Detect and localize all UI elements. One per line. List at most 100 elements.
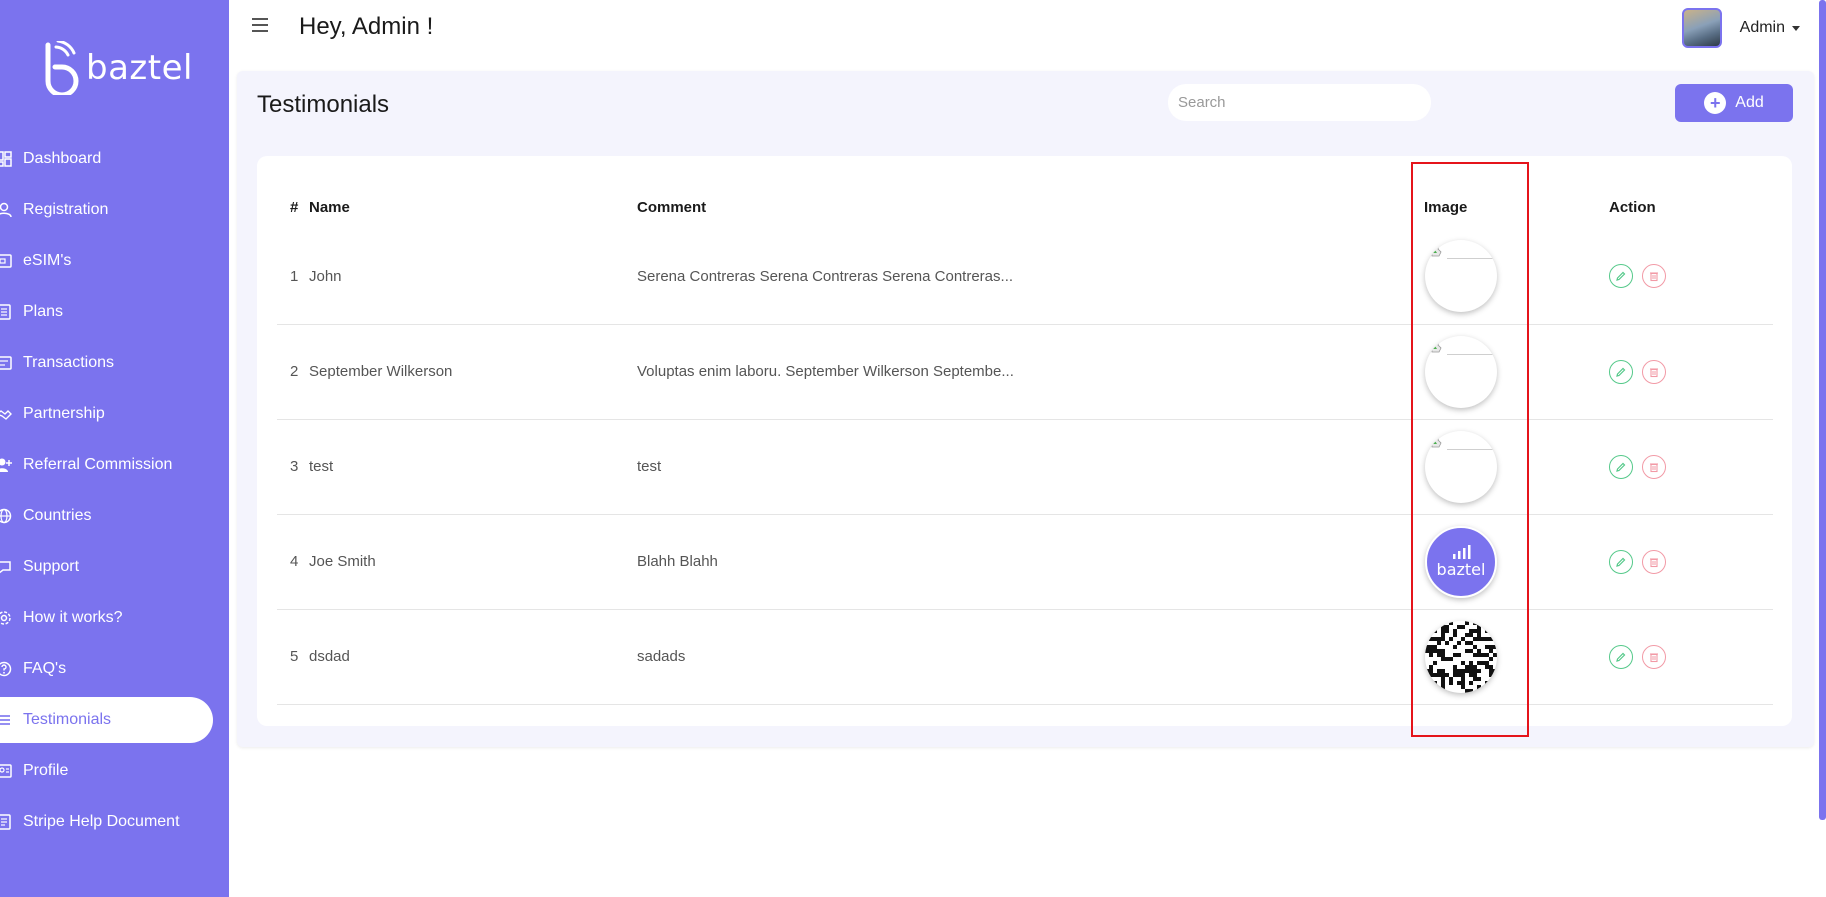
sim-icon: [0, 252, 12, 270]
table-row: 2 September Wilkerson Voluptas enim labo…: [277, 324, 1773, 420]
row-name: dsdad: [309, 609, 637, 705]
sidebar-item-label: Plans: [23, 303, 64, 320]
sidebar-item-testimonials[interactable]: Testimonials: [0, 697, 213, 743]
sidebar-item-countries[interactable]: Countries: [0, 493, 213, 539]
row-comment: sadads: [637, 609, 1424, 705]
baztel-logo-icon: [45, 41, 79, 95]
sidebar-item-label: eSIM's: [23, 252, 72, 269]
sidebar-item-label: Stripe Help Document: [23, 813, 180, 830]
sidebar-item-label: Profile: [23, 762, 69, 779]
broken-image-icon: [1431, 243, 1442, 257]
sidebar-item-label: Registration: [23, 201, 109, 218]
search-input[interactable]: [1168, 84, 1431, 121]
column-header-image: Image: [1424, 199, 1468, 216]
row-number: 3: [277, 419, 309, 515]
delete-icon[interactable]: [1642, 264, 1666, 289]
row-number: 4: [277, 514, 309, 610]
row-number: 1: [277, 229, 309, 325]
sidebar-item-partnership[interactable]: Partnership: [0, 391, 213, 437]
qr-code-icon: [1425, 620, 1497, 693]
chat-icon: [0, 558, 12, 576]
edit-icon[interactable]: [1609, 264, 1633, 289]
avatar[interactable]: [1681, 8, 1722, 48]
sidebar-item-label: Countries: [23, 507, 92, 524]
edit-icon[interactable]: [1609, 359, 1633, 384]
sidebar-item-dashboard[interactable]: Dashboard: [0, 136, 213, 182]
sidebar-item-label: Partnership: [23, 405, 105, 422]
sidebar-item-label: Support: [23, 558, 80, 575]
dashboard-icon: [0, 150, 12, 168]
sidebar-item-profile[interactable]: Profile: [0, 748, 213, 794]
sidebar: baztel Dashboard Registration eSIM's Pla…: [0, 0, 229, 897]
sidebar-item-esims[interactable]: eSIM's: [0, 238, 213, 284]
add-button[interactable]: + Add: [1675, 84, 1793, 122]
delete-icon[interactable]: [1642, 359, 1666, 384]
brand-logo-thumbnail: baztel: [1425, 525, 1497, 598]
sidebar-item-label: Referral Commission: [23, 456, 173, 473]
chevron-down-icon[interactable]: [1792, 25, 1800, 31]
broken-image-thumbnail: [1425, 335, 1497, 408]
column-header-comment: Comment: [637, 199, 707, 216]
sidebar-item-label: Transactions: [23, 354, 114, 371]
gear-icon: [0, 609, 12, 627]
row-name: Joe Smith: [309, 514, 637, 610]
page-title: Testimonials: [257, 91, 390, 118]
sidebar-item-support[interactable]: Support: [0, 544, 213, 590]
table-row: 3 test test: [277, 419, 1773, 515]
sidebar-item-transactions[interactable]: Transactions: [0, 340, 213, 386]
row-comment: Voluptas enim laboru. September Wilkerso…: [637, 324, 1424, 420]
content-panel: Testimonials + Add # Name Comment Image …: [237, 71, 1814, 747]
table-row: 1 John Serena Contreras Serena Contreras…: [277, 229, 1773, 325]
document-icon: [0, 813, 12, 831]
row-number: 2: [277, 324, 309, 420]
sidebar-item-label: Testimonials: [23, 711, 112, 728]
sidebar-item-referral-commission[interactable]: Referral Commission: [0, 442, 213, 488]
user-name[interactable]: Admin: [1740, 19, 1785, 37]
broken-image-thumbnail: [1425, 430, 1497, 503]
greeting: Hey, Admin !: [299, 13, 434, 40]
row-comment: Blahh Blahh: [637, 514, 1424, 610]
testimonials-table: # Name Comment Image Action 1 John Seren…: [277, 186, 1773, 705]
sidebar-item-faqs[interactable]: FAQ's: [0, 646, 213, 692]
edit-icon[interactable]: [1609, 644, 1633, 669]
table-header-row: # Name Comment Image Action: [277, 186, 1773, 229]
sidebar-item-stripe-help[interactable]: Stripe Help Document: [0, 799, 213, 845]
logo-text: baztel: [86, 48, 193, 88]
row-comment: Serena Contreras Serena Contreras Serena…: [637, 229, 1424, 325]
brand-thumb-text: baztel: [1436, 560, 1486, 579]
list-icon: [0, 711, 12, 729]
sidebar-item-label: FAQ's: [23, 660, 67, 677]
edit-icon[interactable]: [1609, 454, 1633, 479]
column-header-name: Name: [309, 199, 350, 216]
signal-bars-icon: [1453, 545, 1471, 559]
table-row: 5 dsdad sadads: [277, 609, 1773, 705]
delete-icon[interactable]: [1642, 454, 1666, 479]
menu-toggle-icon[interactable]: [252, 18, 268, 32]
edit-icon[interactable]: [1609, 549, 1633, 574]
sidebar-item-label: Dashboard: [23, 150, 102, 167]
row-comment: test: [637, 419, 1424, 515]
qr-code-thumbnail: [1425, 620, 1497, 693]
broken-image-icon: [1431, 434, 1442, 447]
question-icon: [0, 660, 12, 678]
sidebar-item-plans[interactable]: Plans: [0, 289, 213, 335]
delete-icon[interactable]: [1642, 644, 1666, 669]
sidebar-item-registration[interactable]: Registration: [0, 187, 213, 233]
handshake-icon: [0, 405, 12, 423]
row-name: test: [309, 419, 637, 515]
user-icon: [0, 201, 12, 219]
add-button-label: Add: [1735, 94, 1764, 111]
transactions-icon: [0, 354, 12, 372]
user-menu[interactable]: Admin: [1681, 8, 1800, 48]
broken-image-icon: [1431, 339, 1442, 352]
row-name: John: [309, 229, 637, 325]
delete-icon[interactable]: [1642, 549, 1666, 574]
scrollbar[interactable]: [1819, 0, 1826, 820]
sidebar-item-label: How it works?: [23, 609, 123, 626]
sidebar-item-how-it-works[interactable]: How it works?: [0, 595, 213, 641]
logo: baztel: [42, 40, 193, 96]
table-row: 4 Joe Smith Blahh Blahh baztel: [277, 514, 1773, 610]
column-header-action: Action: [1609, 199, 1656, 216]
row-number: 5: [277, 609, 309, 705]
plans-icon: [0, 303, 12, 321]
